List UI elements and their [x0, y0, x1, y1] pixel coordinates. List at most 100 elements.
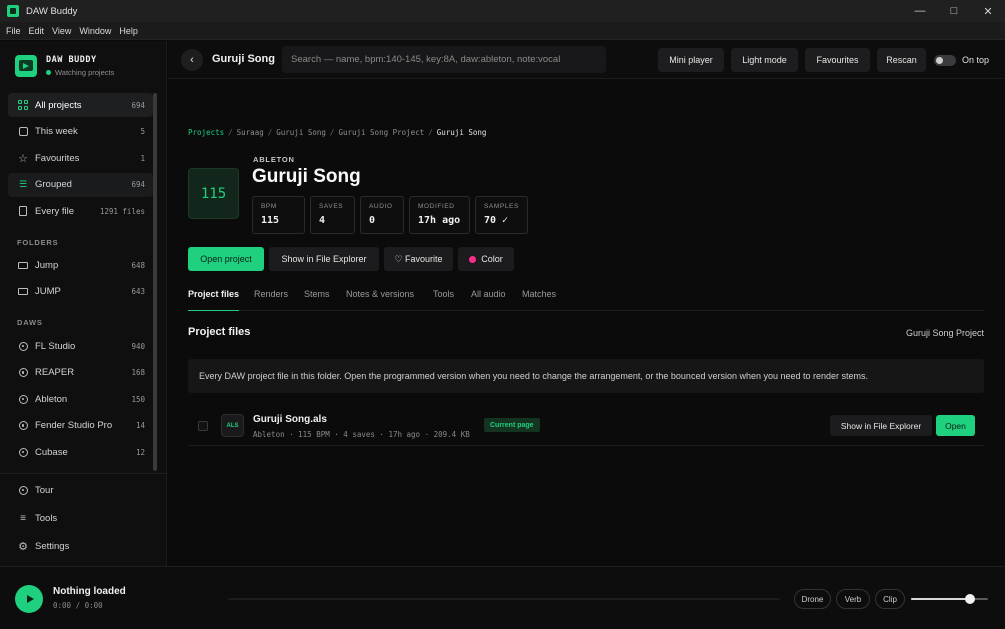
file-type-badge: ALS — [221, 414, 244, 437]
menu-help[interactable]: Help — [119, 26, 138, 36]
sidebar-item-folder-jump-upper[interactable]: JUMP 643 — [8, 280, 153, 304]
sidebar-scrollbar[interactable] — [153, 93, 157, 471]
minimize-button[interactable]: — — [903, 0, 937, 22]
color-swatch-icon — [469, 255, 477, 263]
tab-notes-versions[interactable]: Notes & versions — [346, 289, 414, 311]
page-title: Guruji Song — [212, 53, 275, 65]
maximize-button[interactable]: □ — [937, 0, 971, 22]
layers-icon: ☰ — [18, 179, 28, 189]
sidebar-item-all-projects[interactable]: All projects 694 — [8, 93, 153, 117]
verb-button[interactable]: Verb — [836, 589, 870, 609]
back-button[interactable]: ‹ — [181, 49, 203, 71]
tab-matches[interactable]: Matches — [522, 289, 556, 311]
show-in-explorer-button[interactable]: Show in File Explorer — [269, 247, 379, 271]
close-button[interactable]: ✕ — [971, 0, 1005, 22]
row-open-button[interactable]: Open — [936, 415, 975, 436]
menu-window[interactable]: Window — [79, 26, 111, 36]
drone-button[interactable]: Drone — [794, 589, 831, 609]
tab-renders[interactable]: Renders — [254, 289, 288, 311]
sidebar-item-tour[interactable]: Tour — [8, 478, 153, 502]
stat-value: 4 — [319, 215, 326, 226]
now-playing-time: 0:00 / 0:00 — [53, 601, 103, 610]
sidebar-item-label: Every file — [35, 205, 75, 217]
menu-edit[interactable]: Edit — [29, 26, 45, 36]
sidebar-item-label: All projects — [35, 99, 82, 111]
search-input[interactable] — [282, 46, 606, 73]
stat-value: 115 — [261, 215, 280, 226]
menu-view[interactable]: View — [52, 26, 71, 36]
sidebar-item-count: 168 — [131, 368, 145, 377]
tab-project-files[interactable]: Project files — [188, 289, 240, 311]
stat-audio: AUDIO 0 — [360, 196, 404, 234]
on-top-toggle[interactable] — [934, 55, 956, 66]
current-page-badge: Current page — [484, 418, 540, 432]
stat-bpm: BPM 115 — [252, 196, 305, 234]
app-icon — [7, 5, 19, 17]
mini-player-button[interactable]: Mini player — [658, 48, 724, 72]
playback-progress[interactable] — [228, 598, 780, 600]
now-playing-title: Nothing loaded — [53, 586, 126, 597]
sidebar-item-label: Tour — [35, 484, 54, 496]
stat-key: SAVES — [319, 203, 344, 210]
sidebar-item-tools[interactable]: ≡ Tools — [8, 506, 153, 530]
tab-all-audio[interactable]: All audio — [471, 289, 506, 311]
breadcrumb-projects[interactable]: Projects — [188, 128, 224, 137]
stat-saves: SAVES 4 — [310, 196, 355, 234]
tab-bar: Project files Renders Stems Notes & vers… — [188, 287, 984, 311]
sidebar-item-folder-jump[interactable]: Jump 648 — [8, 253, 153, 277]
row-checkbox[interactable] — [198, 421, 208, 431]
sidebar-item-every-file[interactable]: Every file 1291 files — [8, 199, 153, 223]
open-project-button[interactable]: Open project — [188, 247, 264, 271]
footer-nav: Tour ≡ Tools ⚙ Settings — [8, 478, 153, 561]
tab-tools[interactable]: Tools — [433, 289, 454, 311]
sidebar-divider — [0, 473, 167, 474]
breadcrumb-guruji-song[interactable]: Guruji Song — [276, 128, 326, 137]
sidebar-item-fl-studio[interactable]: FL Studio 940 — [8, 334, 153, 358]
sidebar-item-ableton[interactable]: Ableton 150 — [8, 387, 153, 411]
menu-file[interactable]: File — [6, 26, 21, 36]
breadcrumb-project-folder[interactable]: Guruji Song Project — [338, 128, 424, 137]
light-mode-button[interactable]: Light mode — [731, 48, 798, 72]
file-name: Guruji Song.als — [253, 414, 327, 425]
stat-value: 0 — [369, 215, 376, 226]
folder-icon — [18, 260, 28, 270]
favourite-button[interactable]: ♡ Favourite — [384, 247, 453, 271]
color-button[interactable]: Color — [458, 247, 514, 271]
stat-key: MODIFIED — [418, 203, 455, 210]
sidebar-item-label: Cubase — [35, 446, 68, 458]
tab-stems[interactable]: Stems — [304, 289, 330, 311]
breadcrumb-suraag[interactable]: Suraag — [237, 128, 264, 137]
sidebar-item-this-week[interactable]: This week 5 — [8, 120, 153, 144]
row-show-in-explorer-button[interactable]: Show in File Explorer — [830, 415, 932, 436]
player-bar: Nothing loaded 0:00 / 0:00 Drone Verb Cl… — [0, 566, 1005, 629]
status-dot-icon — [46, 70, 51, 75]
sidebar-item-count: 150 — [131, 394, 145, 404]
volume-handle[interactable] — [964, 594, 975, 604]
daw-label: ABLETON — [253, 155, 295, 164]
info-box: Every DAW project file in this folder. O… — [188, 359, 984, 393]
sidebar-item-settings[interactable]: ⚙ Settings — [8, 534, 153, 558]
table-row[interactable]: ALS Guruji Song.als Ableton · 115 BPM · … — [188, 406, 984, 446]
sidebar-item-reaper[interactable]: REAPER 168 — [8, 361, 153, 385]
stat-value: 17h ago — [418, 215, 461, 226]
volume-slider[interactable] — [911, 598, 988, 600]
chevron-left-icon: ‹ — [190, 54, 194, 66]
sidebar-item-fender-studio-pro[interactable]: Fender Studio Pro 14 — [8, 414, 153, 438]
sidebar-item-label: This week — [35, 126, 78, 137]
sidebar-item-label: REAPER — [35, 367, 75, 378]
star-icon: ☆ — [18, 152, 28, 165]
favourites-button[interactable]: Favourites — [805, 48, 870, 72]
sliders-icon: ≡ — [20, 512, 26, 524]
sidebar-item-cubase[interactable]: Cubase 12 — [8, 440, 153, 464]
sidebar-item-grouped[interactable]: ☰ Grouped 694 — [8, 172, 153, 197]
sidebar-item-label: FL Studio — [35, 340, 76, 352]
sidebar-item-label: JUMP — [35, 286, 61, 297]
sidebar-item-count: 940 — [131, 341, 145, 351]
clip-button[interactable]: Clip — [875, 589, 905, 609]
brand-name: DAW BUDDY — [46, 55, 97, 65]
rescan-button[interactable]: Rescan — [877, 48, 926, 72]
sidebar-item-label: Tools — [35, 512, 58, 524]
sidebar-item-favourites[interactable]: ☆ Favourites 1 — [8, 146, 153, 170]
play-button[interactable] — [15, 585, 43, 613]
library-nav: All projects 694 This week 5 ☆ Favourite… — [8, 93, 153, 226]
